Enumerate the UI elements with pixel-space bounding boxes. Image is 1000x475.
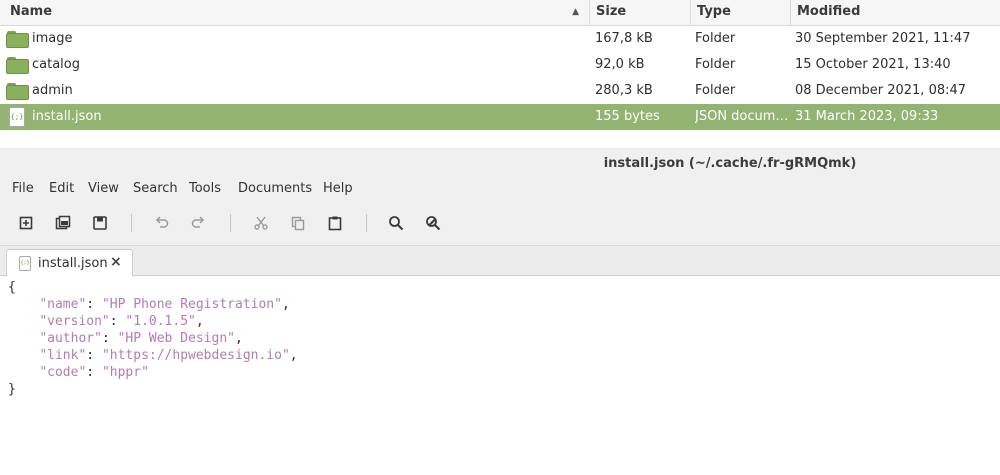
save-icon[interactable] [89,212,111,234]
sort-ascending-icon: ▲ [572,7,579,17]
file-modified: 31 March 2023, 09:33 [795,109,939,124]
json-value: "HP Web Design" [117,331,235,346]
code-line: "name": "HP Phone Registration", [39,297,290,312]
json-file-icon: {;} [19,256,31,271]
file-modified: 30 September 2021, 11:47 [795,31,971,46]
file-row[interactable]: image 167,8 kB Folder 30 September 2021,… [0,26,1000,52]
json-trail: , [281,297,290,312]
file-modified: 15 October 2021, 13:40 [795,57,951,72]
json-key: "author" [39,331,102,346]
code-line: "author": "HP Web Design", [39,331,243,346]
file-modified: 08 December 2021, 08:47 [795,83,967,98]
menu-edit[interactable]: Edit [49,180,74,198]
folder-icon [6,56,29,74]
json-value: "HP Phone Registration" [101,297,282,312]
column-header-modified[interactable]: Modified [791,0,1000,26]
file-size: 280,3 kB [595,83,653,98]
json-file-icon: {;} [9,107,25,127]
json-key: "version" [39,314,110,329]
file-type: JSON docum… [695,109,789,124]
menu-file[interactable]: File [12,180,34,198]
find-icon[interactable] [385,212,407,234]
menu-help[interactable]: Help [323,180,353,198]
json-key: "code" [39,365,87,380]
column-header-name-label: Name [10,4,53,19]
menu-documents[interactable]: Documents [238,180,312,198]
file-size: 167,8 kB [595,31,653,46]
file-name: catalog [32,57,80,72]
file-name: install.json [32,109,102,124]
code-editor[interactable]: { "name": "HP Phone Registration", "vers… [0,277,1000,475]
json-value: "1.0.1.5" [125,314,196,329]
menu-search[interactable]: Search [133,180,178,198]
code-line: "version": "1.0.1.5", [39,314,204,329]
toolbar-separator [366,214,367,232]
json-key: "name" [39,297,87,312]
column-header-name[interactable]: Name ▲ [4,0,590,26]
tab-install-json[interactable]: {;} install.json × [6,249,133,277]
file-row-selected[interactable]: {;} install.json 155 bytes JSON docum… 3… [0,104,1000,130]
folder-icon [6,30,29,48]
json-trail: , [195,314,204,329]
column-header-size[interactable]: Size [590,0,691,26]
open-icon[interactable] [52,212,74,234]
file-row[interactable]: catalog 92,0 kB Folder 15 October 2021, … [0,52,1000,78]
file-name: image [32,31,73,46]
window-title: install.json (~/.cache/.fr-gRMQmk) [0,156,1000,171]
close-tab-icon[interactable]: × [110,254,122,270]
menu-tools[interactable]: Tools [189,180,221,198]
toolbar [0,200,1000,246]
file-type: Folder [695,57,736,72]
tab-label: install.json [38,256,108,271]
code-line-open-brace: { [8,280,16,295]
paste-icon[interactable] [324,212,346,234]
title-bar[interactable]: install.json (~/.cache/.fr-gRMQmk) [0,150,1000,178]
find-replace-icon[interactable] [422,212,444,234]
json-trail: , [235,331,243,346]
file-name: admin [32,83,73,98]
menu-view[interactable]: View [88,180,119,198]
file-manager-list: Name ▲ Size Type Modified image 167,8 kB… [0,0,1000,148]
file-row[interactable]: admin 280,3 kB Folder 08 December 2021, … [0,78,1000,104]
code-line-close-brace: } [8,382,16,397]
redo-icon[interactable] [187,212,209,234]
json-trail: , [289,348,298,363]
json-value: "hppr" [101,365,149,380]
copy-icon[interactable] [287,212,309,234]
code-line: "code": "hppr" [39,365,149,380]
file-size: 92,0 kB [595,57,645,72]
column-header-bar: Name ▲ Size Type Modified [0,0,1000,26]
new-document-icon[interactable] [15,212,37,234]
file-size: 155 bytes [595,109,660,124]
menu-bar: File Edit View Search Tools Documents He… [0,178,1000,200]
column-header-type[interactable]: Type [691,0,791,26]
json-key: "link" [39,348,87,363]
cut-icon[interactable] [250,212,272,234]
document-tab-bar: {;} install.json × [0,246,1000,277]
toolbar-separator [131,214,132,232]
toolbar-separator [230,214,231,232]
file-type: Folder [695,83,736,98]
code-line: "link": "https://hpwebdesign.io", [39,348,298,363]
undo-icon[interactable] [151,212,173,234]
json-value: "https://hpwebdesign.io" [101,348,290,363]
window-title-text: install.json (~/.cache/.fr-gRMQmk) [603,156,857,171]
text-editor-window: install.json (~/.cache/.fr-gRMQmk) File … [0,150,1000,475]
folder-icon [6,82,29,100]
file-type: Folder [695,31,736,46]
